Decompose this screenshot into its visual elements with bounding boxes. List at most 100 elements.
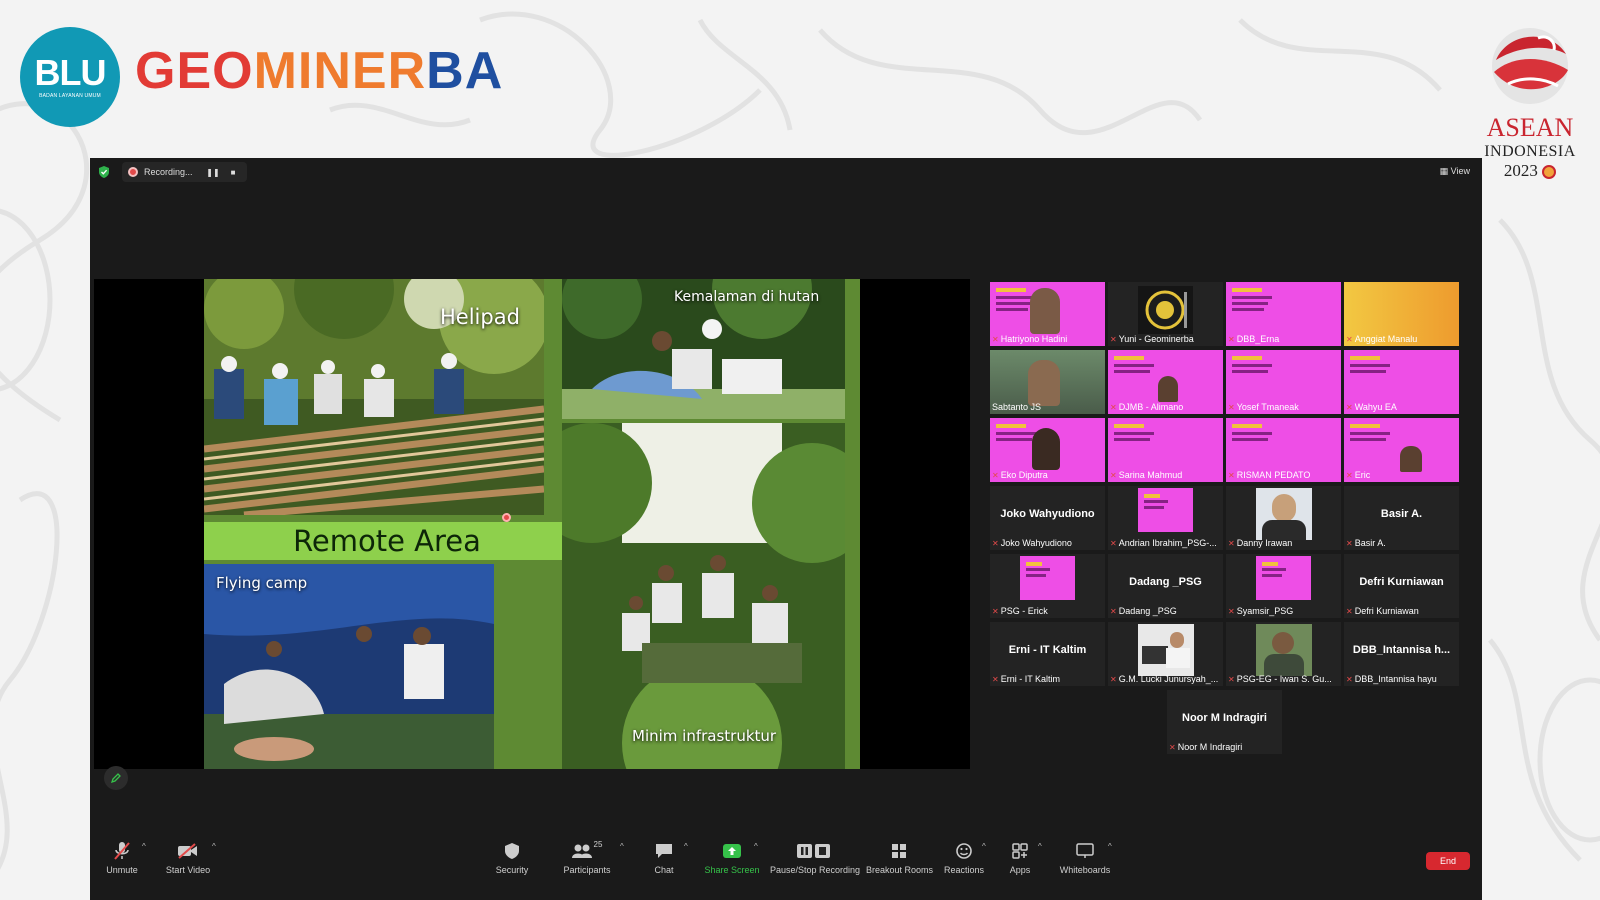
whiteboards-label: Whiteboards <box>1059 865 1111 875</box>
annotate-button[interactable] <box>104 766 128 790</box>
audio-options-chevron-icon[interactable]: ^ <box>142 842 146 851</box>
participant-tile[interactable]: ✕ Syamsir_PSG <box>1226 554 1341 618</box>
mic-muted-icon: ✕ <box>1110 539 1117 548</box>
view-button[interactable]: ▦ View <box>1440 166 1470 177</box>
mic-muted-icon: ✕ <box>1228 675 1235 684</box>
chat-button[interactable]: Chat <box>646 840 682 875</box>
participant-video-face <box>1158 376 1178 402</box>
participant-tile[interactable]: ✕ PSG-EG - Iwan S. Gu... <box>1226 622 1341 686</box>
end-meeting-button[interactable]: End <box>1426 852 1470 870</box>
slide-content: Helipad Remote Area Flying camp Kemalama… <box>204 279 860 769</box>
participant-tile[interactable]: ✕ Hatriyono Hadini <box>990 282 1105 346</box>
stop-recording-icon[interactable]: ■ <box>226 168 240 177</box>
tile-background-image <box>1020 556 1075 600</box>
participant-photo <box>1256 624 1312 676</box>
participant-tile[interactable]: Defri Kurniawan ✕ Defri Kurniawan <box>1344 554 1459 618</box>
apps-button[interactable]: Apps <box>1002 840 1038 875</box>
participant-name-tag: ✕ DJMB - Alimano <box>1110 402 1221 413</box>
encryption-shield-icon[interactable] <box>98 166 110 178</box>
whiteboards-options-chevron-icon[interactable]: ^ <box>1108 842 1112 851</box>
participant-name: Erni - IT Kaltim <box>1000 674 1061 684</box>
whiteboards-button[interactable]: Whiteboards <box>1058 840 1112 875</box>
participant-tile[interactable]: Joko Wahyudiono ✕ Joko Wahyudiono <box>990 486 1105 550</box>
share-options-chevron-icon[interactable]: ^ <box>754 842 758 851</box>
participant-tile[interactable]: Erni - IT Kaltim ✕ Erni - IT Kaltim <box>990 622 1105 686</box>
reactions-options-chevron-icon[interactable]: ^ <box>982 842 986 851</box>
chat-options-chevron-icon[interactable]: ^ <box>684 842 688 851</box>
participant-photo-shirt <box>1264 654 1304 676</box>
participant-tile[interactable]: ✕ Yuni - Geominerba <box>1108 282 1223 346</box>
participant-tile[interactable]: ✕ Yosef Tmaneak <box>1226 350 1341 414</box>
participant-tile-active-speaker[interactable]: Sabtanto JS <box>990 350 1105 414</box>
participant-name-tag: ✕ Yosef Tmaneak <box>1228 402 1339 413</box>
asean-badge-icon <box>1542 165 1557 180</box>
reactions-button[interactable]: Reactions <box>942 840 986 875</box>
breakout-rooms-label: Breakout Rooms <box>866 865 934 875</box>
reactions-smiley-icon <box>956 843 972 859</box>
participant-gallery: ✕ Hatriyono Hadini ✕ Yuni - Geominerba ✕ DB… <box>990 282 1464 764</box>
participant-tile[interactable]: ✕ Eko Diputra <box>990 418 1105 482</box>
recording-label: Recording... <box>144 167 193 177</box>
zoom-meeting-window: Recording... ❚❚ ■ ▦ View Helipad Remote … <box>90 158 1482 900</box>
participants-options-chevron-icon[interactable]: ^ <box>620 842 624 851</box>
breakout-rooms-grid-icon <box>892 844 906 858</box>
pause-recording-icon[interactable]: ❚❚ <box>206 168 220 177</box>
mic-muted-icon: ✕ <box>1228 471 1235 480</box>
participant-name: PSG-EG - Iwan S. Gu... <box>1236 674 1332 684</box>
security-label: Security <box>495 865 529 875</box>
apps-label: Apps <box>1009 865 1031 875</box>
participant-tile[interactable]: ✕ Wahyu EA <box>1344 350 1459 414</box>
participant-tile[interactable]: DBB_Intannisa h... ✕ DBB_Intannisa hayu <box>1344 622 1459 686</box>
participant-name-tag: ✕ Danny Irawan <box>1228 538 1339 549</box>
participant-photo-shirt <box>1262 520 1306 540</box>
participant-display-name: Joko Wahyudiono <box>1000 508 1095 520</box>
participant-name: DBB_Erna <box>1236 334 1280 344</box>
participant-tile[interactable]: ✕ DBB_Erna <box>1226 282 1341 346</box>
participant-tile[interactable]: ✕ DJMB - Alimano <box>1108 350 1223 414</box>
participant-name-tag: ✕ Eko Diputra <box>992 470 1103 481</box>
participant-tile[interactable]: Noor M Indragiri ✕ Noor M Indragiri <box>1167 690 1282 754</box>
share-screen-button[interactable]: Share Screen <box>704 840 760 875</box>
participant-display-name: DBB_Intannisa h... <box>1352 644 1451 656</box>
participant-tile[interactable]: Dadang _PSG ✕ Dadang _PSG <box>1108 554 1223 618</box>
participant-name-tag: ✕ Joko Wahyudiono <box>992 538 1103 549</box>
asean-country: INDONESIA <box>1484 143 1576 160</box>
apps-options-chevron-icon[interactable]: ^ <box>1038 842 1042 851</box>
asean-year-text: 2023 <box>1503 161 1538 180</box>
participant-tile[interactable]: ✕ Andrian Ibrahim_PSG-... <box>1108 486 1223 550</box>
participant-tile[interactable]: ✕ PSG - Erick <box>990 554 1105 618</box>
photo-kemalaman: Kemalaman di hutan <box>562 279 845 419</box>
breakout-rooms-button[interactable]: Breakout Rooms <box>866 840 934 875</box>
caption-flying-camp: Flying camp <box>216 574 308 592</box>
participants-count: 25 <box>593 840 603 849</box>
participant-video-face <box>1028 360 1060 406</box>
participants-button[interactable]: 25 Participants <box>560 840 614 875</box>
view-grid-icon: ▦ <box>1439 166 1449 176</box>
tile-background-image <box>1256 556 1311 600</box>
security-button[interactable]: Security <box>492 840 532 875</box>
unmute-button[interactable]: Unmute <box>102 840 142 875</box>
participant-tile[interactable]: ✕ RISMAN PEDATO <box>1226 418 1341 482</box>
participant-tile[interactable]: ✕ Danny Irawan <box>1226 486 1341 550</box>
participant-photo <box>1256 488 1312 540</box>
pause-stop-recording-button[interactable]: Pause/Stop Recording <box>770 840 860 875</box>
security-shield-icon <box>505 843 519 859</box>
participant-tile[interactable]: ✕ Eric <box>1344 418 1459 482</box>
participant-photo-face <box>1170 632 1184 648</box>
participant-tile[interactable]: Basir A. ✕ Basir A. <box>1344 486 1459 550</box>
participant-name-tag: ✕ PSG - Erick <box>992 606 1103 617</box>
video-options-chevron-icon[interactable]: ^ <box>212 842 216 851</box>
participant-name-tag: ✕ G.M. Lucki Junursyah_... <box>1110 674 1221 685</box>
participant-tile[interactable]: ✕ Anggiat Manalu <box>1344 282 1459 346</box>
mic-muted-icon: ✕ <box>1169 743 1176 752</box>
participant-name: Yosef Tmaneak <box>1236 402 1299 412</box>
participant-name-tag: ✕ DBB_Intannisa hayu <box>1346 674 1457 685</box>
start-video-button[interactable]: Start Video <box>162 840 214 875</box>
mic-muted-icon: ✕ <box>1346 607 1353 616</box>
participant-tile[interactable]: ✕ G.M. Lucki Junursyah_... <box>1108 622 1223 686</box>
video-camera-off-icon <box>178 843 197 859</box>
participant-name-tag: ✕ Dadang _PSG <box>1110 606 1221 617</box>
participant-name-tag: ✕ Syamsir_PSG <box>1228 606 1339 617</box>
participant-tile[interactable]: ✕ Sarina Mahmud <box>1108 418 1223 482</box>
participant-name: Hatriyono Hadini <box>1000 334 1068 344</box>
